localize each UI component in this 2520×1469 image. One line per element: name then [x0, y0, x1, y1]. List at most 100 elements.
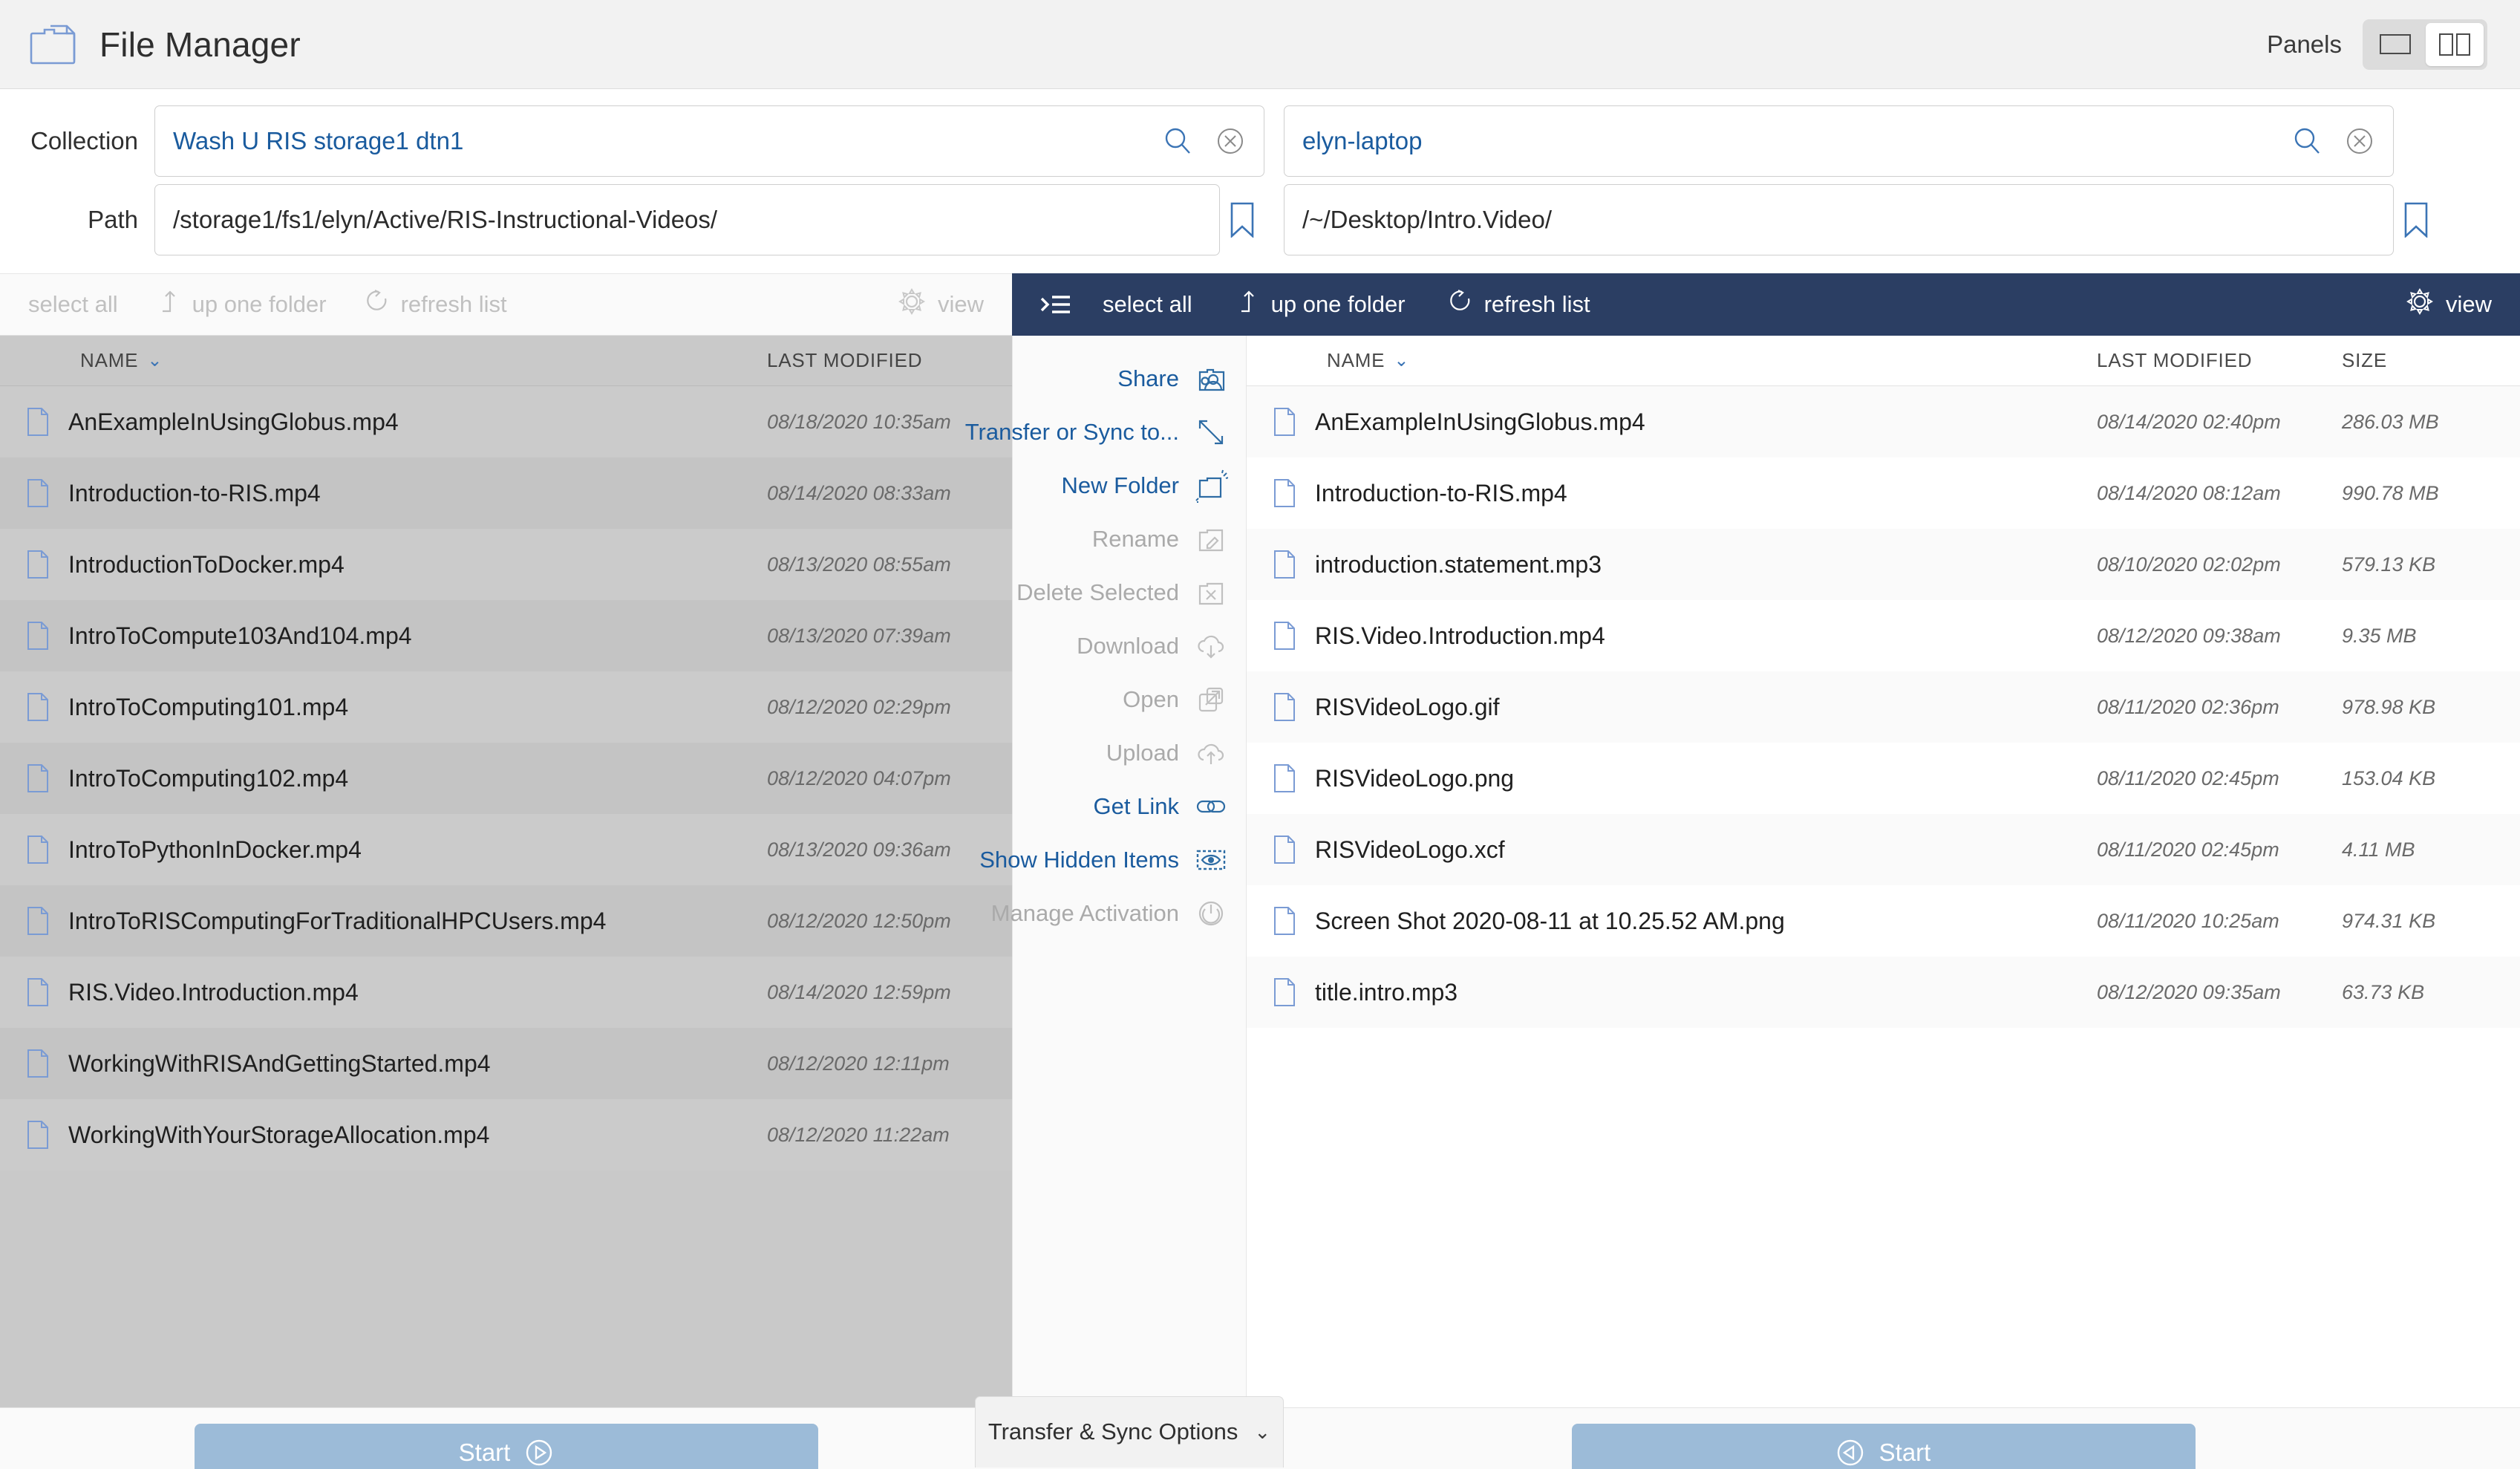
action-open: Open: [1013, 673, 1246, 726]
action-label: Get Link: [1093, 793, 1179, 819]
left-up-one-folder-button[interactable]: up one folder: [157, 289, 327, 320]
right-collection-input[interactable]: elyn-laptop: [1284, 105, 2394, 177]
right-select-all-label: select all: [1103, 291, 1192, 317]
table-row[interactable]: IntroToComputing101.mp4 08/12/2020 02:29p…: [0, 671, 1012, 743]
table-row[interactable]: Introduction-to-RIS.mp4 08/14/2020 08:33a…: [0, 457, 1012, 529]
file-name-cell: introduction.statement.mp3: [1247, 550, 2097, 579]
clear-circle-icon[interactable]: [1215, 126, 1246, 157]
file-icon: [27, 835, 49, 864]
table-row[interactable]: RIS.Video.Introduction.mp4 08/14/2020 12:…: [0, 957, 1012, 1028]
file-modified: 08/11/2020 02:45pm: [2097, 766, 2279, 789]
refresh-icon: [365, 289, 391, 320]
right-column-name[interactable]: NAME ⌄: [1247, 349, 2097, 372]
file-name: RIS.Video.Introduction.mp4: [68, 978, 359, 1006]
table-row[interactable]: Screen Shot 2020-08-11 at 10.25.52 AM.pn…: [1247, 885, 2520, 957]
table-row[interactable]: IntroToRISComputingForTraditionalHPCUser…: [0, 885, 1012, 957]
action-transfer-or-sync-to[interactable]: Transfer or Sync to...: [965, 405, 1246, 459]
left-select-all-button[interactable]: select all: [0, 291, 118, 318]
right-refresh-list-button[interactable]: refresh list: [1449, 289, 1590, 320]
right-up-one-folder-button[interactable]: up one folder: [1235, 289, 1406, 320]
right-select-all-button[interactable]: select all: [1103, 291, 1192, 318]
file-name: IntroToRISComputingForTraditionalHPCUser…: [68, 907, 607, 934]
new-folder-icon: [1194, 469, 1228, 503]
left-view-button[interactable]: view: [898, 287, 984, 322]
app-header: File Manager Panels: [0, 0, 2520, 89]
table-row[interactable]: RISVideoLogo.gif 08/11/2020 02:36pm 978.98…: [1247, 671, 2520, 743]
play-right-icon: [525, 1439, 553, 1467]
left-column-name[interactable]: NAME ⌄: [0, 349, 767, 372]
file-manager-content: NAME ⌄ LAST MODIFIED AnExampleInUsingGlo…: [0, 336, 2520, 1407]
file-modified: 08/14/2020 08:12am: [2097, 481, 2281, 504]
right-bookmark-button[interactable]: [2394, 184, 2438, 255]
table-row[interactable]: IntroToPythonInDocker.mp4 08/13/2020 09:3…: [0, 814, 1012, 885]
right-column-last-modified[interactable]: LAST MODIFIED: [2097, 349, 2342, 372]
file-modified: 08/12/2020 09:35am: [2097, 980, 2281, 1003]
table-row[interactable]: AnExampleInUsingGlobus.mp4 08/18/2020 10:…: [0, 386, 1012, 457]
open-external-icon: [1194, 683, 1228, 717]
right-column-size[interactable]: SIZE: [2342, 349, 2520, 372]
table-row[interactable]: WorkingWithYourStorageAllocation.mp4 08/1…: [0, 1099, 1012, 1170]
table-row[interactable]: WorkingWithRISAndGettingStarted.mp4 08/12…: [0, 1028, 1012, 1099]
clear-circle-icon[interactable]: [2344, 126, 2375, 157]
file-modified: 08/13/2020 09:36am: [767, 838, 951, 861]
file-name: IntroToComputing102.mp4: [68, 764, 349, 792]
left-start-button[interactable]: Start: [194, 1423, 818, 1469]
file-name-cell: IntroToRISComputingForTraditionalHPCUser…: [0, 906, 767, 936]
transfer-sync-options-button[interactable]: Transfer & Sync Options ⌄: [975, 1395, 1284, 1468]
panels-toggle[interactable]: [2363, 19, 2487, 70]
action-new-folder[interactable]: New Folder: [1013, 459, 1246, 512]
right-endpoint-fields: elyn-laptop /~/Desktop/Intro.Video/: [1273, 105, 2520, 255]
table-row[interactable]: IntroductionToDocker.mp4 08/13/2020 08:55…: [0, 529, 1012, 600]
table-row[interactable]: Introduction-to-RIS.mp4 08/14/2020 08:12a…: [1247, 457, 2520, 529]
action-delete-selected: Delete Selected: [1013, 566, 1246, 619]
right-start-button[interactable]: Start: [1571, 1423, 2196, 1469]
eye-icon: [1194, 843, 1228, 877]
left-column-last-modified[interactable]: LAST MODIFIED: [767, 349, 1012, 372]
search-icon[interactable]: [2292, 126, 2322, 156]
action-show-hidden-items[interactable]: Show Hidden Items: [979, 833, 1246, 887]
right-collection-value: elyn-laptop: [1302, 127, 1423, 154]
dual-panel-button[interactable]: [2426, 22, 2484, 66]
file-icon: [27, 1049, 49, 1078]
table-row[interactable]: introduction.statement.mp3 08/10/2020 02:…: [1247, 529, 2520, 600]
table-row[interactable]: RIS.Video.Introduction.mp4 08/12/2020 09:…: [1247, 600, 2520, 671]
file-modified: 08/14/2020 02:40pm: [2097, 410, 2281, 433]
file-name: Introduction-to-RIS.mp4: [68, 479, 321, 507]
single-panel-button[interactable]: [2366, 23, 2424, 66]
rename-pencil-icon: [1194, 522, 1228, 556]
collapse-list-icon[interactable]: [1012, 290, 1103, 319]
table-row[interactable]: RISVideoLogo.png 08/11/2020 02:45pm 153.04…: [1247, 743, 2520, 814]
page-title: File Manager: [99, 25, 301, 64]
right-path-input[interactable]: /~/Desktop/Intro.Video/: [1284, 184, 2394, 255]
action-label: Upload: [1106, 740, 1179, 766]
table-row[interactable]: IntroToCompute103And104.mp4 08/13/2020 07…: [0, 600, 1012, 671]
left-bookmark-button[interactable]: [1220, 184, 1264, 255]
table-row[interactable]: RISVideoLogo.xcf 08/11/2020 02:45pm 4.11 M…: [1247, 814, 2520, 885]
action-share[interactable]: Share: [1013, 352, 1246, 405]
file-icon: [27, 692, 49, 722]
file-modified: 08/12/2020 02:29pm: [767, 695, 951, 718]
left-file-panel: NAME ⌄ LAST MODIFIED AnExampleInUsingGlo…: [0, 336, 1012, 1407]
right-footer: Start: [1247, 1423, 2520, 1469]
left-refresh-list-button[interactable]: refresh list: [365, 289, 507, 320]
right-view-button[interactable]: view: [2406, 287, 2492, 322]
file-icon: [27, 1120, 49, 1150]
table-row[interactable]: title.intro.mp3 08/12/2020 09:35am 63.73 K…: [1247, 957, 2520, 1028]
left-collection-input[interactable]: Wash U RIS storage1 dtn1: [154, 105, 1264, 177]
left-start-label: Start: [458, 1438, 511, 1466]
search-icon[interactable]: [1163, 126, 1192, 156]
left-file-list[interactable]: AnExampleInUsingGlobus.mp4 08/18/2020 10:…: [0, 386, 1012, 1407]
file-name: RISVideoLogo.png: [1315, 764, 1515, 792]
action-get-link[interactable]: Get Link: [1013, 780, 1246, 833]
right-file-list[interactable]: AnExampleInUsingGlobus.mp4 08/14/2020 02:…: [1247, 386, 2520, 1407]
action-rename: Rename: [1013, 512, 1246, 566]
table-row[interactable]: IntroToComputing102.mp4 08/12/2020 04:07p…: [0, 743, 1012, 814]
action-label: Rename: [1091, 526, 1179, 552]
file-icon: [1273, 550, 1296, 579]
left-path-input[interactable]: /storage1/fs1/elyn/Active/RIS-Instructio…: [154, 184, 1220, 255]
left-path-value: /storage1/fs1/elyn/Active/RIS-Instructio…: [173, 206, 718, 233]
table-row[interactable]: AnExampleInUsingGlobus.mp4 08/14/2020 02:…: [1247, 386, 2520, 457]
action-download: Download: [1013, 619, 1246, 673]
folder-icon: [30, 23, 79, 66]
file-name-cell: Screen Shot 2020-08-11 at 10.25.52 AM.pn…: [1247, 906, 2097, 936]
